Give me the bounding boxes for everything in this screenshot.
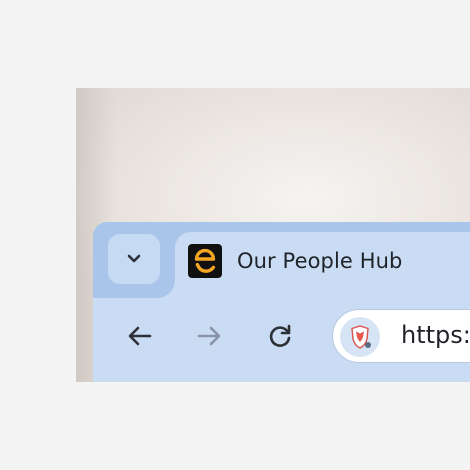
background-photo: Our People Hub https:: [76, 88, 470, 382]
back-button[interactable]: [120, 316, 160, 356]
browser-window: Our People Hub https:: [93, 222, 470, 382]
tab-title: Our People Hub: [237, 249, 403, 273]
address-bar[interactable]: https:: [332, 309, 470, 363]
active-tab[interactable]: Our People Hub: [175, 232, 470, 298]
site-info-button[interactable]: [340, 317, 380, 357]
reload-icon: [269, 324, 291, 347]
reload-button[interactable]: [260, 316, 300, 356]
forward-button[interactable]: [189, 316, 229, 356]
screenshot-stage: Our People Hub https:: [0, 0, 470, 470]
favicon-logo: [188, 244, 222, 278]
tab-curve: [157, 280, 175, 298]
chevron-down-icon: [127, 254, 141, 263]
tab-search-button[interactable]: [108, 234, 160, 284]
brave-shield-icon: [351, 325, 371, 349]
url-text[interactable]: https:: [401, 321, 470, 349]
letter-e-smile-icon: [194, 248, 216, 273]
forward-arrow-icon: [197, 326, 221, 346]
back-arrow-icon: [128, 326, 152, 346]
